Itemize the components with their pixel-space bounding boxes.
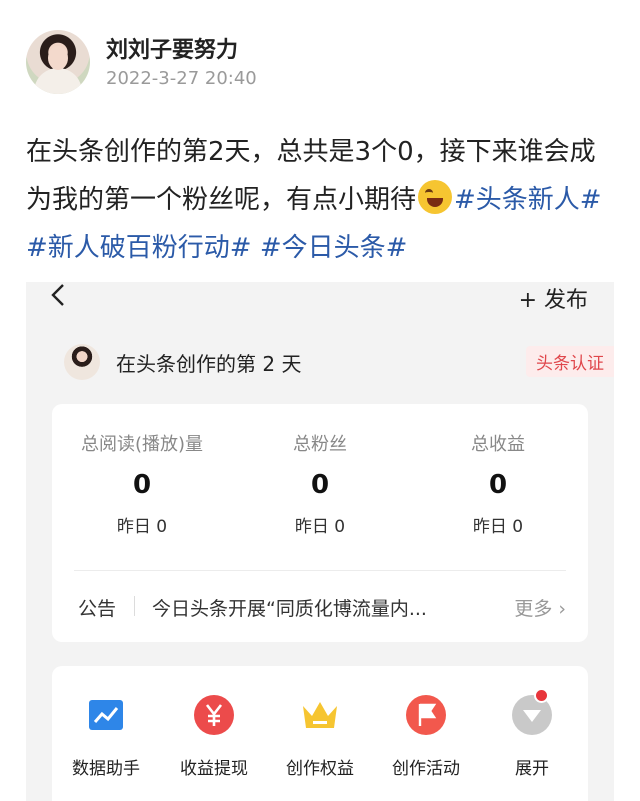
- post-text: 在头条创作的第2天，总共是3个0，接下来谁会成为我的第一个粉丝呢，有点小期待 #头…: [26, 128, 616, 272]
- expand-icon: [511, 688, 553, 736]
- crown-icon: [299, 694, 341, 736]
- divider: [74, 570, 566, 571]
- post-timestamp: 2022-3-27 20:40: [106, 68, 257, 89]
- creator-day-row: 在头条创作的第 2 天 头条认证: [64, 342, 614, 382]
- hashtag-link[interactable]: #新人破百粉行动#: [26, 233, 252, 263]
- tool-label: 数据助手: [72, 759, 140, 779]
- stat-yesterday: 昨日 0: [116, 517, 168, 537]
- stat-label: 总粉丝: [293, 434, 347, 455]
- tools-card: 数据助手 收益提现 创作权益 创作活动 展开: [52, 666, 588, 801]
- tool-label: 创作权益: [286, 759, 354, 779]
- hashtag-link[interactable]: #头条新人#: [454, 185, 602, 215]
- tool-label: 展开: [515, 759, 549, 779]
- tool-income-withdraw[interactable]: 收益提现: [162, 694, 266, 779]
- tool-label: 收益提现: [180, 759, 248, 779]
- chevron-left-icon[interactable]: [48, 284, 70, 306]
- stat-label: 总阅读(播放)量: [80, 434, 204, 455]
- creator-day-title: 在头条创作的第 2 天: [116, 352, 302, 376]
- notice-text[interactable]: 今日头条开展“同质化博流量内...: [152, 594, 427, 621]
- chart-icon: [85, 694, 127, 736]
- laughing-emoji-icon: [418, 180, 453, 214]
- author-avatar[interactable]: [26, 30, 90, 94]
- post-header: 刘刘子要努力 2022-3-27 20:40: [26, 28, 626, 98]
- stats-card: 总阅读(播放)量 0 昨日 0 总粉丝 0 昨日 0 总收益 0 昨日 0 公告…: [52, 404, 588, 642]
- tool-expand[interactable]: 展开: [480, 688, 584, 779]
- stat-label: 总收益: [471, 434, 525, 455]
- stat-value: 0: [310, 470, 330, 500]
- publish-button[interactable]: + 发布: [519, 282, 588, 314]
- tool-creator-benefits[interactable]: 创作权益: [268, 694, 372, 779]
- stat-value: 0: [132, 470, 152, 500]
- tool-label: 创作活动: [392, 759, 460, 779]
- flag-icon: [405, 694, 447, 736]
- creator-avatar[interactable]: [64, 344, 100, 380]
- stat-income[interactable]: 总收益 0 昨日 0: [408, 430, 588, 537]
- yen-icon: [193, 694, 235, 736]
- hashtag-link[interactable]: #今日头条#: [260, 233, 408, 263]
- divider: [134, 596, 135, 616]
- embedded-screenshot: + 发布 在头条创作的第 2 天 头条认证 总阅读(播放)量 0 昨日 0 总粉…: [26, 282, 614, 801]
- tool-data-assistant[interactable]: 数据助手: [54, 694, 158, 779]
- stat-yesterday: 昨日 0: [472, 517, 524, 537]
- tool-creator-events[interactable]: 创作活动: [374, 694, 478, 779]
- stat-yesterday: 昨日 0: [294, 517, 346, 537]
- stat-value: 0: [488, 470, 508, 500]
- notification-dot: [534, 688, 549, 703]
- stat-fans[interactable]: 总粉丝 0 昨日 0: [230, 430, 410, 537]
- notice-more-link[interactable]: 更多 ›: [514, 594, 566, 621]
- notice-label: 公告: [78, 598, 117, 620]
- certification-badge[interactable]: 头条认证: [526, 346, 614, 377]
- author-name[interactable]: 刘刘子要努力: [106, 32, 238, 64]
- stat-reads[interactable]: 总阅读(播放)量 0 昨日 0: [52, 430, 232, 537]
